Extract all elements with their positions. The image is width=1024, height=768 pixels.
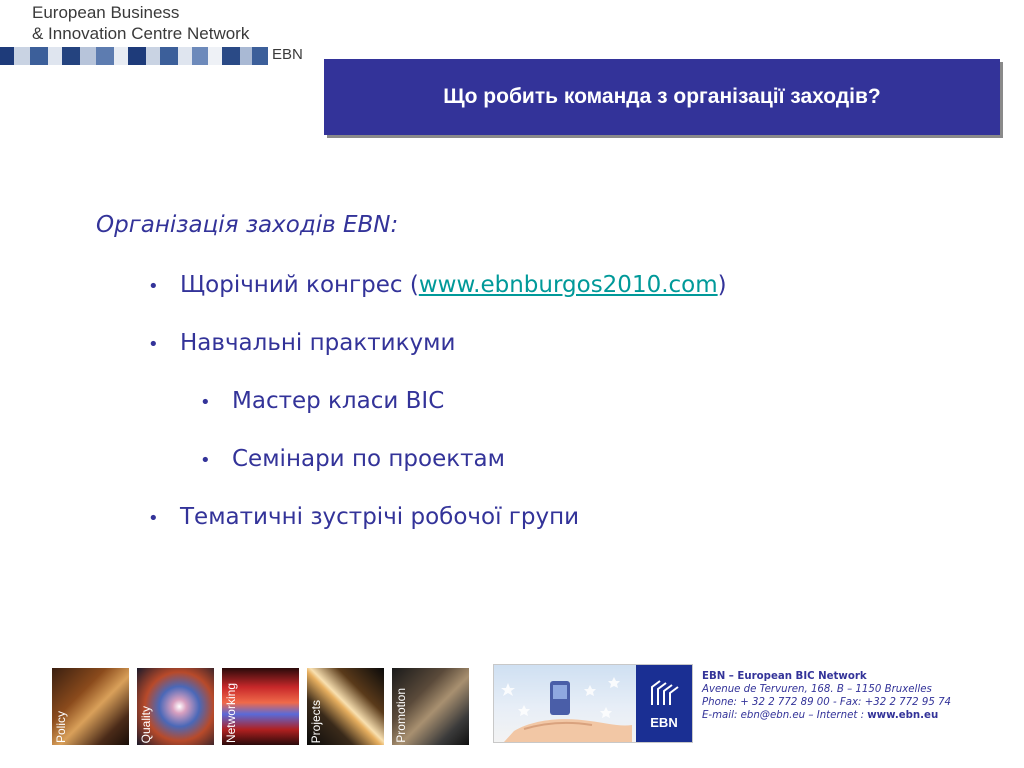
contact-address: Avenue de Tervuren, 168. B – 1150 Bruxel…: [702, 684, 932, 695]
quality-photo: Quality: [137, 668, 214, 745]
list-item-text: Тематичні зустрічі робочої групи: [180, 504, 580, 530]
contact-organization: EBN – European BIC Network: [702, 671, 867, 682]
bullet-icon: •: [200, 450, 211, 471]
photo-label: Quality: [139, 705, 153, 743]
list-item: • Навчальні практикуми: [148, 330, 455, 356]
list-item: • Щорічний конгрес (www.ebnburgos2010.com…: [148, 272, 727, 298]
photo-label: Promotion: [394, 688, 408, 743]
list-item-text: Семінари по проектам: [232, 446, 505, 472]
hand-holding-device-illustration: [501, 677, 632, 742]
website-link[interactable]: www.ebn.eu: [867, 710, 938, 721]
list-item-text: Щорічний конгрес (: [180, 272, 419, 298]
logo-abbreviation: EBN: [272, 46, 303, 63]
list-item-text: Мастер класи BIC: [232, 388, 445, 414]
promotion-photo: Promotion: [392, 668, 469, 745]
networking-photo: Networking: [222, 668, 299, 745]
section-heading: Організація заходів EBN:: [96, 212, 399, 238]
list-item-text: Навчальні практикуми: [180, 330, 456, 356]
list-item: • Мастер класи BIC: [200, 388, 444, 414]
organization-logo-text: European Business & Innovation Centre Ne…: [32, 2, 249, 44]
logo-line-2: & Innovation Centre Network: [32, 24, 250, 43]
photo-label: Policy: [54, 710, 68, 743]
projects-photo: Projects: [307, 668, 384, 745]
contact-email: E-mail: ebn@ebn.eu – Internet :: [702, 710, 868, 721]
list-item: • Семінари по проектам: [200, 446, 505, 472]
ebn-logo-icon: [651, 680, 679, 705]
list-item-suffix: ): [717, 272, 727, 298]
slide-title: Що робить команда з організації заходів?: [443, 85, 881, 108]
slide-title-box: Що робить команда з організації заходів?: [324, 59, 1000, 135]
bullet-icon: •: [148, 508, 159, 529]
contact-info: EBN – European BIC Network Avenue de Ter…: [702, 670, 951, 722]
bullet-icon: •: [148, 276, 159, 297]
list-item: • Тематичні зустрічі робочої групи: [148, 504, 579, 530]
congress-link[interactable]: www.ebnburgos2010.com: [419, 272, 718, 298]
ebn-logo-text: EBN: [650, 715, 678, 730]
policy-photo: Policy: [52, 668, 129, 745]
bullet-icon: •: [200, 392, 211, 413]
ebn-promo-image: EBN: [493, 664, 693, 743]
bullet-icon: •: [148, 334, 159, 355]
photo-label: Projects: [309, 699, 323, 743]
photo-label: Networking: [224, 682, 238, 743]
logo-line-1: European Business: [32, 3, 180, 22]
contact-phone: Phone: + 32 2 772 89 00 - Fax: +32 2 772…: [702, 697, 952, 708]
logo-color-bar: [0, 47, 268, 65]
